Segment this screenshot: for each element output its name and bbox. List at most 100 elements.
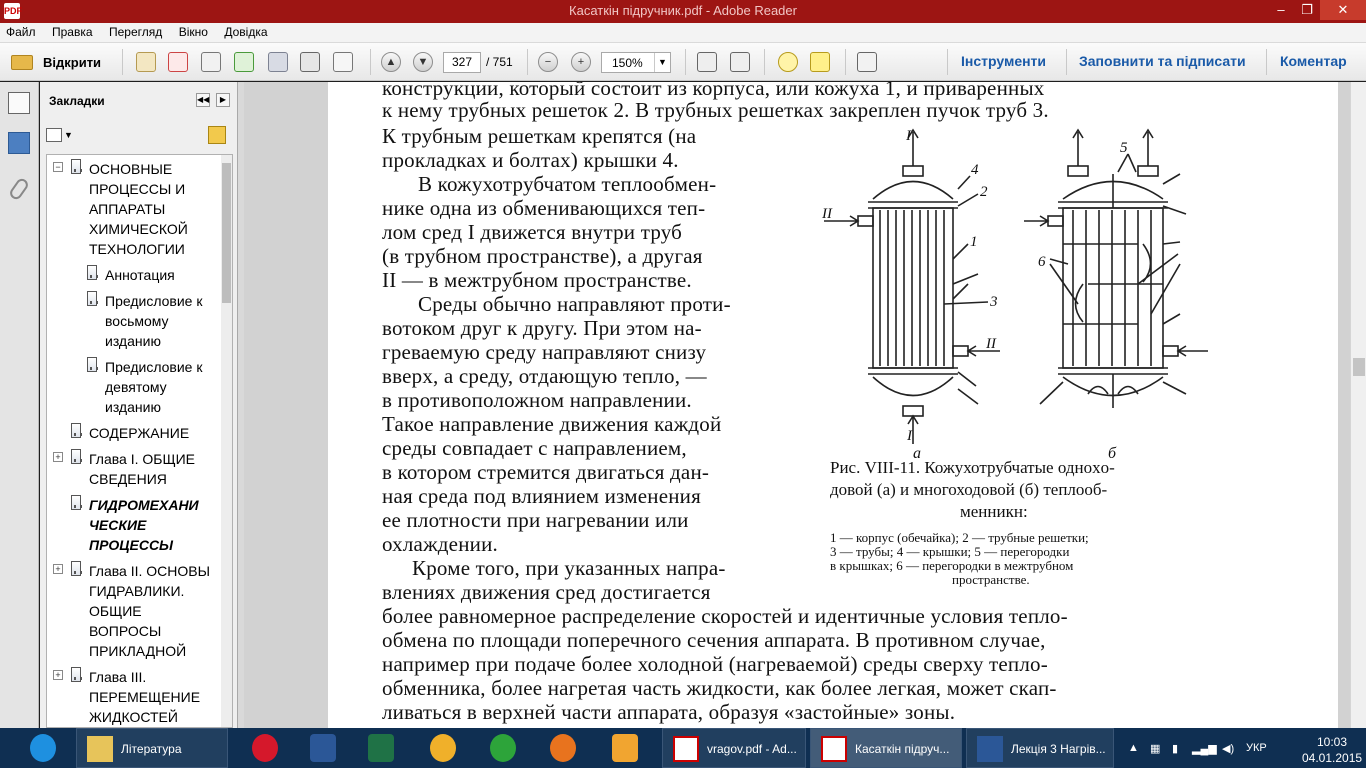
adobe-reader-app: PDF Касаткін підручник.pdf - Adobe Reade… [0, 0, 1366, 768]
firefox-icon [550, 734, 576, 762]
bookmark-item[interactable]: Глава I. ОБЩИЕ СВЕДЕНИЯ [89, 449, 195, 489]
window-title: Касаткін підручник.pdf - Adobe Reader [569, 3, 797, 18]
document-scrollbar[interactable] [1350, 82, 1366, 728]
text-line: В кожухотрубчатом теплообмен- [418, 172, 717, 196]
bookmark-item[interactable]: Глава III. ПЕРЕМЕЩЕНИЕ ЖИДКОСТЕЙ [89, 667, 200, 727]
maximize-button[interactable]: ❐ [1294, 0, 1320, 20]
folder-icon [87, 736, 113, 762]
edit-pdf-icon[interactable] [201, 52, 221, 72]
language-indicator[interactable]: УКР [1246, 742, 1267, 754]
close-button[interactable]: ✕ [1320, 0, 1366, 20]
options-icon[interactable] [46, 128, 62, 142]
next-page-button[interactable]: ▼ [413, 52, 433, 72]
taskbar-window-literature[interactable]: Література [76, 728, 228, 768]
folder-icon [11, 55, 33, 70]
figure-label: 4 [971, 162, 979, 178]
excel-button[interactable] [352, 728, 410, 768]
menu-view[interactable]: Перегляд [103, 23, 168, 39]
main-toolbar: Відкрити ▲ ▼ 327 / 751 − + 150% ▼ Інстру… [0, 43, 1366, 81]
taskbar-window-kasatkin[interactable]: Касаткін підруч... [810, 728, 962, 768]
firefox-button[interactable] [534, 728, 592, 768]
title-bar: PDF Касаткін підручник.pdf - Adobe Reade… [0, 0, 1366, 23]
bookmark-icon [71, 495, 82, 510]
text-line: Среды обычно направляют проти- [418, 292, 731, 316]
zoom-out-button[interactable]: − [538, 52, 558, 72]
bookmark-item[interactable]: ОСНОВНЫЕ ПРОЦЕССЫ И АППАРАТЫ ХИМИЧЕСКОЙ … [89, 159, 188, 259]
fullscreen-icon[interactable] [857, 52, 877, 72]
attachments-icon[interactable] [7, 176, 31, 202]
mail-button[interactable] [414, 728, 472, 768]
bookmark-item[interactable]: Аннотация [105, 265, 175, 285]
create-pdf-icon[interactable] [136, 52, 156, 72]
taskbar-window-label: Лекція 3 Нагрів... [1011, 742, 1106, 756]
comment-pane-link[interactable]: Коментар [1280, 53, 1347, 69]
bookmarks-tree: − ОСНОВНЫЕ ПРОЦЕССЫ И АППАРАТЫ ХИМИЧЕСКО… [46, 154, 233, 728]
collapse-panel-icon[interactable]: ◀◀ [196, 93, 210, 107]
zoom-in-button[interactable]: + [571, 52, 591, 72]
signal-icon[interactable]: ▂▄▆ [1192, 742, 1217, 755]
page-thumbnails-icon[interactable] [8, 92, 30, 114]
chevron-down-icon[interactable]: ▼ [64, 130, 73, 140]
toolbar-separator [845, 49, 846, 75]
highlight-icon[interactable] [810, 52, 830, 72]
text-line: Такое направление движения каждой [382, 412, 722, 436]
fit-width-icon[interactable] [730, 52, 750, 72]
new-bookmark-icon[interactable] [208, 126, 226, 144]
collapse-toggle[interactable]: − [53, 162, 63, 172]
email-icon[interactable] [333, 52, 353, 72]
fit-page-icon[interactable] [697, 52, 717, 72]
menu-window[interactable]: Вікно [173, 23, 214, 39]
battery-icon[interactable]: ▮ [1172, 742, 1178, 755]
expand-toggle[interactable]: + [53, 452, 63, 462]
sticky-note-icon[interactable] [778, 52, 798, 72]
bookmark-icon [71, 561, 82, 576]
menu-help[interactable]: Довідка [218, 23, 273, 39]
figure-label: 2 [980, 184, 988, 200]
convert-pdf-icon[interactable] [168, 52, 188, 72]
tools-pane-link[interactable]: Інструменти [961, 53, 1046, 69]
text-line: Кроме того, при указанных напра- [412, 556, 726, 580]
network-icon[interactable]: ▦ [1150, 742, 1160, 755]
menu-file[interactable]: Файл [0, 23, 42, 39]
bookmarks-panel: Закладки ◀◀ ▶ ▼ − ОСНОВНЫЕ ПРОЦЕССЫ И АП… [40, 82, 238, 728]
bookmarks-scrollbar[interactable] [221, 155, 232, 727]
bookmark-item[interactable]: Предисловие к девятому изданию [105, 357, 203, 417]
bookmark-item[interactable]: СОДЕРЖАНИЕ [89, 423, 189, 443]
upload-icon[interactable] [234, 52, 254, 72]
print-icon[interactable] [300, 52, 320, 72]
bookmark-item-selected[interactable]: ГИДРОМЕХАНИ ЧЕСКИЕ ПРОЦЕССЫ [89, 495, 199, 555]
chevron-up-icon[interactable]: ▲ [1128, 742, 1139, 754]
save-icon[interactable] [268, 52, 288, 72]
volume-icon[interactable]: ◀) [1222, 742, 1234, 755]
text-line: обмена по площади поперечного сечения ап… [382, 628, 1046, 652]
previous-page-button[interactable]: ▲ [381, 52, 401, 72]
zoom-select[interactable]: 150% ▼ [601, 52, 671, 73]
fill-sign-pane-link[interactable]: Заповнити та підписати [1079, 53, 1246, 69]
bookmark-item[interactable]: Глава II. ОСНОВЫ ГИДРАВЛИКИ. ОБЩИЕ ВОПРО… [89, 561, 210, 661]
scrollbar-thumb[interactable] [222, 163, 231, 303]
clock-time[interactable]: 10:03 [1302, 735, 1362, 749]
open-button[interactable]: Відкрити [6, 50, 106, 74]
opera-button[interactable] [236, 728, 294, 768]
scrollbar-thumb[interactable] [1353, 358, 1365, 376]
downloader-button[interactable] [474, 728, 532, 768]
text-line: более равномерное распределение скоросте… [382, 604, 1068, 628]
text-line: в котором стремится двигаться дан- [382, 460, 710, 484]
figure-label: I [906, 428, 913, 444]
expand-toggle[interactable]: + [53, 670, 63, 680]
search-app-button[interactable] [596, 728, 654, 768]
expand-toggle[interactable]: + [53, 564, 63, 574]
internet-explorer-button[interactable] [14, 728, 72, 768]
word-button[interactable] [294, 728, 352, 768]
menu-edit[interactable]: Правка [46, 23, 99, 39]
minimize-button[interactable]: – [1268, 0, 1294, 20]
text-line: (в трубном пространстве), а другая [382, 244, 703, 268]
expand-panel-icon[interactable]: ▶ [216, 93, 230, 107]
bookmarks-icon[interactable] [8, 132, 30, 154]
taskbar-window-lecture[interactable]: Лекція 3 Нагрів... [966, 728, 1114, 768]
taskbar-window-vragov[interactable]: vragov.pdf - Ad... [662, 728, 806, 768]
clock-date[interactable]: 04.01.2015 [1302, 751, 1362, 765]
bookmark-item[interactable]: Предисловие к восьмому изданию [105, 291, 203, 351]
page-number-input[interactable]: 327 [443, 52, 481, 73]
word-icon [310, 734, 336, 762]
